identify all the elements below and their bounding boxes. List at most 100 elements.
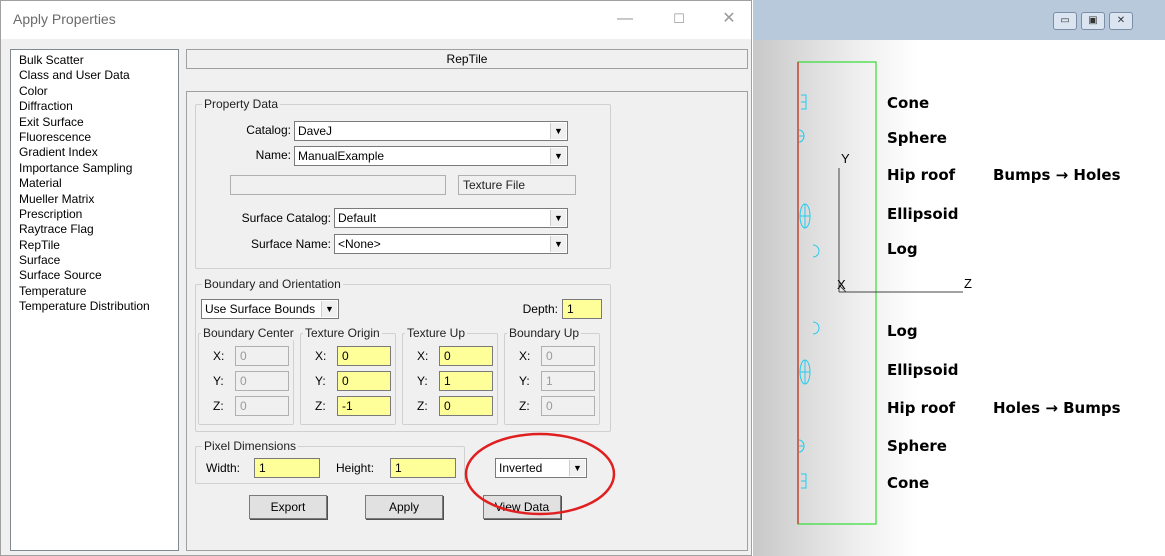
upper-label-1: Cone — [887, 94, 930, 112]
z-label: Z: — [315, 399, 326, 413]
y-field[interactable]: 1 — [439, 371, 493, 391]
close-button[interactable]: ✕ — [709, 5, 749, 33]
x-label: X: — [315, 349, 327, 363]
x-field[interactable]: 0 — [235, 346, 289, 366]
depth-label: Depth: — [522, 302, 558, 316]
surface-name-select[interactable]: <None> ▼ — [334, 234, 568, 254]
surface-name-value: <None> — [338, 237, 381, 251]
property-list-item[interactable]: Material — [19, 176, 178, 191]
z-field[interactable]: 0 — [541, 396, 595, 416]
chevron-down-icon: ▼ — [550, 148, 566, 164]
catalog-select[interactable]: DaveJ ▼ — [294, 121, 568, 141]
window-title: Apply Properties — [13, 11, 116, 27]
upper-label-3: Hip roof — [887, 166, 956, 184]
pixel-dimensions-group: Pixel Dimensions Width: 1 Height: 1 — [195, 439, 465, 484]
export-button[interactable]: Export — [249, 495, 327, 519]
property-list-item[interactable]: Temperature — [19, 284, 178, 299]
property-list-item[interactable]: RepTile — [19, 238, 178, 253]
property-list-item[interactable]: Exit Surface — [19, 115, 178, 130]
height-field[interactable]: 1 — [390, 458, 456, 478]
tile-frame — [797, 61, 877, 525]
catalog-label: Catalog: — [246, 123, 291, 137]
y-label: Y: — [315, 374, 326, 388]
lower-note: Holes → Bumps — [993, 399, 1121, 417]
axis-y-label: Y — [841, 151, 850, 166]
y-label: Y: — [417, 374, 428, 388]
z-label: Z: — [417, 399, 428, 413]
width-label: Width: — [206, 461, 241, 475]
property-list-item[interactable]: Temperature Distribution — [19, 299, 178, 314]
coordinate-group-legend: Boundary Center — [201, 326, 296, 340]
property-data-group: Property Data Catalog: DaveJ ▼ Name: Man… — [195, 97, 611, 269]
property-list-item[interactable]: Raytrace Flag — [19, 222, 178, 237]
property-list-item[interactable]: Diffraction — [19, 99, 178, 114]
y-field[interactable]: 1 — [541, 371, 595, 391]
property-list-item[interactable]: Fluorescence — [19, 130, 178, 145]
minimize-button[interactable]: — — [605, 5, 645, 33]
lower-label-1: Log — [887, 322, 918, 340]
z-label: Z: — [519, 399, 530, 413]
chevron-down-icon: ▼ — [550, 236, 566, 252]
texture-file-button[interactable]: Texture File — [458, 175, 576, 195]
coordinate-group: Boundary Center X: 0 Y: 0 Z: 0 — [198, 326, 296, 425]
viewer-drawing — [797, 61, 963, 525]
property-header: RepTile — [186, 49, 748, 69]
height-label: Height: — [336, 461, 375, 475]
z-field[interactable]: 0 — [439, 396, 493, 416]
coordinate-group: Texture Up X: 0 Y: 1 Z: 0 — [402, 326, 498, 425]
upper-label-4: Ellipsoid — [887, 205, 959, 223]
property-list-item[interactable]: Prescription — [19, 207, 178, 222]
x-label: X: — [519, 349, 531, 363]
bounds-select[interactable]: Use Surface Bounds ▼ — [201, 299, 339, 319]
boundary-group: Boundary and Orientation Use Surface Bou… — [195, 277, 611, 432]
catalog-value: DaveJ — [298, 124, 333, 138]
chevron-down-icon: ▼ — [550, 210, 566, 226]
lower-label-3: Hip roof — [887, 399, 956, 417]
x-field[interactable]: 0 — [337, 346, 391, 366]
x-label: X: — [417, 349, 429, 363]
property-list-item[interactable]: Bulk Scatter — [19, 53, 178, 68]
z-field[interactable]: 0 — [235, 396, 289, 416]
depth-field[interactable]: 1 — [562, 299, 602, 319]
z-label: Z: — [213, 399, 224, 413]
x-label: X: — [213, 349, 225, 363]
title-bar[interactable]: Apply Properties — ☐ ✕ — [1, 1, 751, 39]
z-field[interactable]: -1 — [337, 396, 391, 416]
bounds-value: Use Surface Bounds — [205, 302, 316, 316]
y-label: Y: — [519, 374, 530, 388]
property-list-item[interactable]: Surface — [19, 253, 178, 268]
width-field[interactable]: 1 — [254, 458, 320, 478]
property-list-item[interactable]: Class and User Data — [19, 68, 178, 83]
name-label: Name: — [255, 148, 291, 162]
apply-button[interactable]: Apply — [365, 495, 443, 519]
surface-catalog-value: Default — [338, 211, 377, 225]
y-label: Y: — [213, 374, 224, 388]
upper-label-2: Sphere — [887, 129, 947, 147]
x-field[interactable]: 0 — [541, 346, 595, 366]
coordinate-group: Texture Origin X: 0 Y: 0 Z: -1 — [300, 326, 396, 425]
y-field[interactable]: 0 — [337, 371, 391, 391]
property-list-item[interactable]: Importance Sampling — [19, 161, 178, 176]
name-select[interactable]: ManualExample ▼ — [294, 146, 568, 166]
coordinate-group: Boundary Up X: 0 Y: 1 Z: 0 — [504, 326, 600, 425]
lower-label-5: Cone — [887, 474, 930, 492]
maximize-button[interactable]: ☐ — [659, 5, 699, 33]
texture-file-field[interactable] — [230, 175, 446, 195]
x-field[interactable]: 0 — [439, 346, 493, 366]
property-list-item[interactable]: Surface Source — [19, 268, 178, 283]
surface-catalog-label: Surface Catalog: — [241, 211, 331, 225]
property-list-item[interactable]: Color — [19, 84, 178, 99]
property-data-legend: Property Data — [202, 97, 281, 111]
property-list-item[interactable]: Mueller Matrix — [19, 192, 178, 207]
chevron-down-icon: ▼ — [321, 301, 337, 317]
apply-properties-dialog: Apply Properties — ☐ ✕ Bulk Scatter Class… — [0, 0, 752, 556]
highlight-ellipse — [464, 432, 616, 516]
name-value: ManualExample — [298, 149, 385, 163]
lower-label-2: Ellipsoid — [887, 361, 959, 379]
surface-catalog-select[interactable]: Default ▼ — [334, 208, 568, 228]
boundary-legend: Boundary and Orientation — [202, 277, 343, 291]
property-list[interactable]: Bulk Scatter Class and User Data Color Diff… — [10, 49, 179, 551]
model-viewer: ▭ ▣ ✕ Y X Z Cone Sphere Hip roof Ellipso… — [753, 0, 1165, 556]
property-list-item[interactable]: Gradient Index — [19, 145, 178, 160]
y-field[interactable]: 0 — [235, 371, 289, 391]
